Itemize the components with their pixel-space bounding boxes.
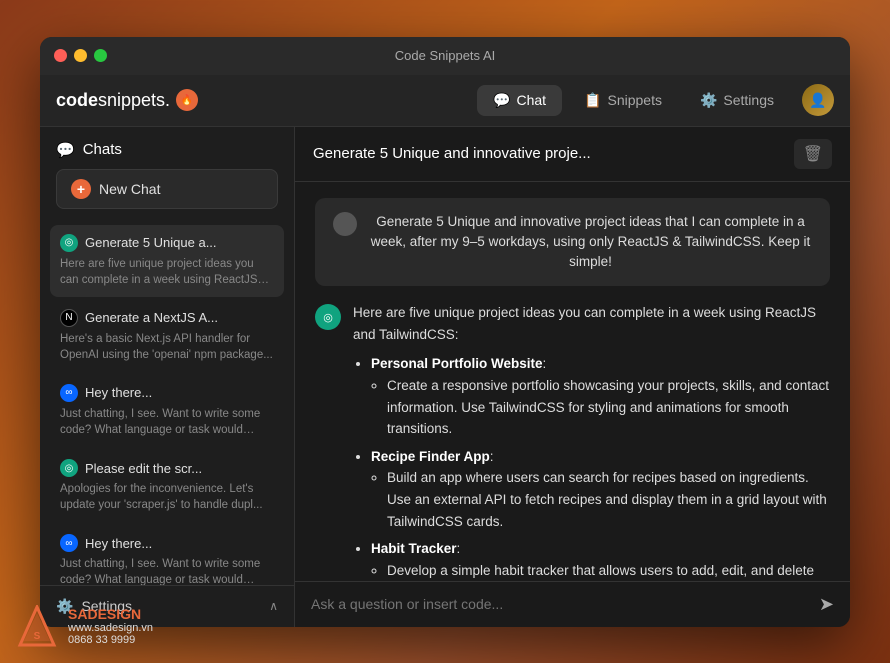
logo-badge: 🔥	[176, 89, 198, 111]
chat-item-header-3: ∞ Hey there...	[60, 384, 274, 402]
ai-message: ◎ Here are five unique project ideas you…	[315, 302, 830, 580]
ai-message-body: Here are five unique project ideas you c…	[353, 302, 830, 580]
chevron-up-icon: ∧	[269, 599, 278, 613]
user-avatar	[333, 212, 357, 236]
chat-item-title-3: Hey there...	[85, 385, 152, 400]
project-desc-3: Develop a simple habit tracker that allo…	[387, 560, 830, 581]
window-title: Code Snippets AI	[395, 48, 495, 63]
project-sub-1: Create a responsive portfolio showcasing…	[371, 375, 830, 440]
chat-item-header-1: ◎ Generate 5 Unique a...	[60, 234, 274, 252]
send-button[interactable]: ➤	[819, 594, 834, 615]
chat-item-header-4: ◎ Please edit the scr...	[60, 459, 274, 477]
titlebar: Code Snippets AI	[40, 37, 850, 75]
delete-chat-button[interactable]: 🗑	[794, 139, 832, 169]
chats-icon: 💬	[56, 141, 75, 159]
svg-text:S: S	[34, 631, 41, 642]
avatar[interactable]: 👤	[802, 84, 834, 116]
chat-item-5[interactable]: ∞ Hey there... Just chatting, I see. Wan…	[50, 525, 284, 584]
maximize-button[interactable]	[94, 49, 107, 62]
snippets-tab-label: Snippets	[607, 92, 661, 108]
tab-snippets[interactable]: 📋 Snippets	[568, 85, 678, 116]
new-chat-plus-icon: +	[71, 179, 91, 199]
chat-icon-openai-4: ◎	[60, 459, 78, 477]
chat-item-title-2: Generate a NextJS A...	[85, 310, 218, 325]
project-name-3: Habit Tracker	[371, 541, 457, 556]
chat-item-2[interactable]: N Generate a NextJS A... Here's a basic …	[50, 300, 284, 372]
tab-settings[interactable]: ⚙️ Settings	[684, 85, 790, 116]
project-item-1: Personal Portfolio Website: Create a res…	[371, 353, 830, 439]
chat-item-preview-5: Just chatting, I see. Want to write some…	[60, 556, 274, 584]
chats-label: 💬 Chats	[56, 141, 278, 159]
chat-item-preview-1: Here are five unique project ideas you c…	[60, 256, 274, 288]
logo-text: codesnippets.	[56, 90, 170, 111]
main-layout: 💬 Chats + New Chat ◎ Generate 5 Unique a…	[40, 127, 850, 627]
settings-tab-icon: ⚙️	[700, 92, 717, 109]
close-button[interactable]	[54, 49, 67, 62]
project-desc-1: Create a responsive portfolio showcasing…	[387, 375, 830, 440]
ai-avatar: ◎	[315, 304, 341, 330]
project-desc-2: Build an app where users can search for …	[387, 467, 830, 532]
logo-bold: code	[56, 90, 98, 110]
chat-item-preview-3: Just chatting, I see. Want to write some…	[60, 406, 274, 438]
chat-icon-meta-3: ∞	[60, 384, 78, 402]
project-item-2: Recipe Finder App: Build an app where us…	[371, 446, 830, 532]
chat-item-4[interactable]: ◎ Please edit the scr... Apologies for t…	[50, 450, 284, 522]
watermark-phone: 0868 33 9999	[68, 634, 153, 646]
project-name-2: Recipe Finder App	[371, 449, 490, 464]
chat-item-preview-4: Apologies for the inconvenience. Let's u…	[60, 481, 274, 513]
user-message: Generate 5 Unique and innovative project…	[315, 198, 830, 287]
chat-item-header-5: ∞ Hey there...	[60, 534, 274, 552]
project-sub-2: Build an app where users can search for …	[371, 467, 830, 532]
watermark-brand-suffix: DESIGN	[87, 606, 141, 622]
tab-chat[interactable]: 💬 Chat	[477, 85, 562, 116]
project-item-3: Habit Tracker: Develop a simple habit tr…	[371, 538, 830, 580]
logo: codesnippets. 🔥	[56, 89, 477, 111]
chat-item-title-5: Hey there...	[85, 536, 152, 551]
project-name-1: Personal Portfolio Website	[371, 356, 543, 371]
chats-text: Chats	[83, 141, 122, 158]
app-window: Code Snippets AI codesnippets. 🔥 💬 Chat …	[40, 37, 850, 627]
new-chat-button[interactable]: + New Chat	[56, 169, 278, 209]
settings-tab-label: Settings	[723, 92, 774, 108]
chat-input[interactable]	[311, 596, 809, 612]
chat-item-preview-2: Here's a basic Next.js API handler for O…	[60, 331, 274, 363]
chat-area: Generate 5 Unique and innovative proje..…	[295, 127, 850, 627]
nav-tabs: 💬 Chat 📋 Snippets ⚙️ Settings	[477, 85, 790, 116]
chat-tab-icon: 💬	[493, 92, 510, 109]
ai-intro: Here are five unique project ideas you c…	[353, 302, 830, 345]
chat-tab-label: Chat	[516, 92, 546, 108]
chat-item-title-1: Generate 5 Unique a...	[85, 235, 217, 250]
snippets-tab-icon: 📋	[584, 92, 601, 109]
window-controls	[54, 49, 107, 62]
watermark-text: SADESIGN www.sadesign.vn 0868 33 9999	[68, 606, 153, 646]
chat-title: Generate 5 Unique and innovative proje..…	[313, 145, 591, 162]
chat-icon-nextjs-2: N	[60, 309, 78, 327]
logo-normal: snippets.	[98, 90, 170, 110]
project-list: Personal Portfolio Website: Create a res…	[353, 353, 830, 580]
watermark-logo-icon: S	[16, 605, 58, 647]
watermark-brand-prefix: SA	[68, 606, 87, 622]
header: codesnippets. 🔥 💬 Chat 📋 Snippets ⚙️ Set…	[40, 75, 850, 127]
watermark: S SADESIGN www.sadesign.vn 0868 33 9999	[16, 605, 153, 647]
messages-list: Generate 5 Unique and innovative project…	[295, 182, 850, 581]
chat-item-1[interactable]: ◎ Generate 5 Unique a... Here are five u…	[50, 225, 284, 297]
chat-item-3[interactable]: ∞ Hey there... Just chatting, I see. Wan…	[50, 375, 284, 447]
chat-icon-openai-1: ◎	[60, 234, 78, 252]
chat-icon-meta-5: ∞	[60, 534, 78, 552]
minimize-button[interactable]	[74, 49, 87, 62]
user-message-text: Generate 5 Unique and innovative project…	[369, 212, 812, 273]
watermark-url: www.sadesign.vn	[68, 622, 153, 634]
watermark-brand: SADESIGN	[68, 606, 153, 622]
sidebar-header: 💬 Chats + New Chat	[40, 127, 294, 219]
project-sub-3: Develop a simple habit tracker that allo…	[371, 560, 830, 581]
sidebar: 💬 Chats + New Chat ◎ Generate 5 Unique a…	[40, 127, 295, 627]
chat-item-title-4: Please edit the scr...	[85, 461, 202, 476]
chat-header: Generate 5 Unique and innovative proje..…	[295, 127, 850, 182]
input-area: ➤	[295, 581, 850, 627]
new-chat-label: New Chat	[99, 181, 160, 197]
app-content: codesnippets. 🔥 💬 Chat 📋 Snippets ⚙️ Set…	[40, 75, 850, 627]
chat-list: ◎ Generate 5 Unique a... Here are five u…	[40, 219, 294, 585]
chat-item-header-2: N Generate a NextJS A...	[60, 309, 274, 327]
